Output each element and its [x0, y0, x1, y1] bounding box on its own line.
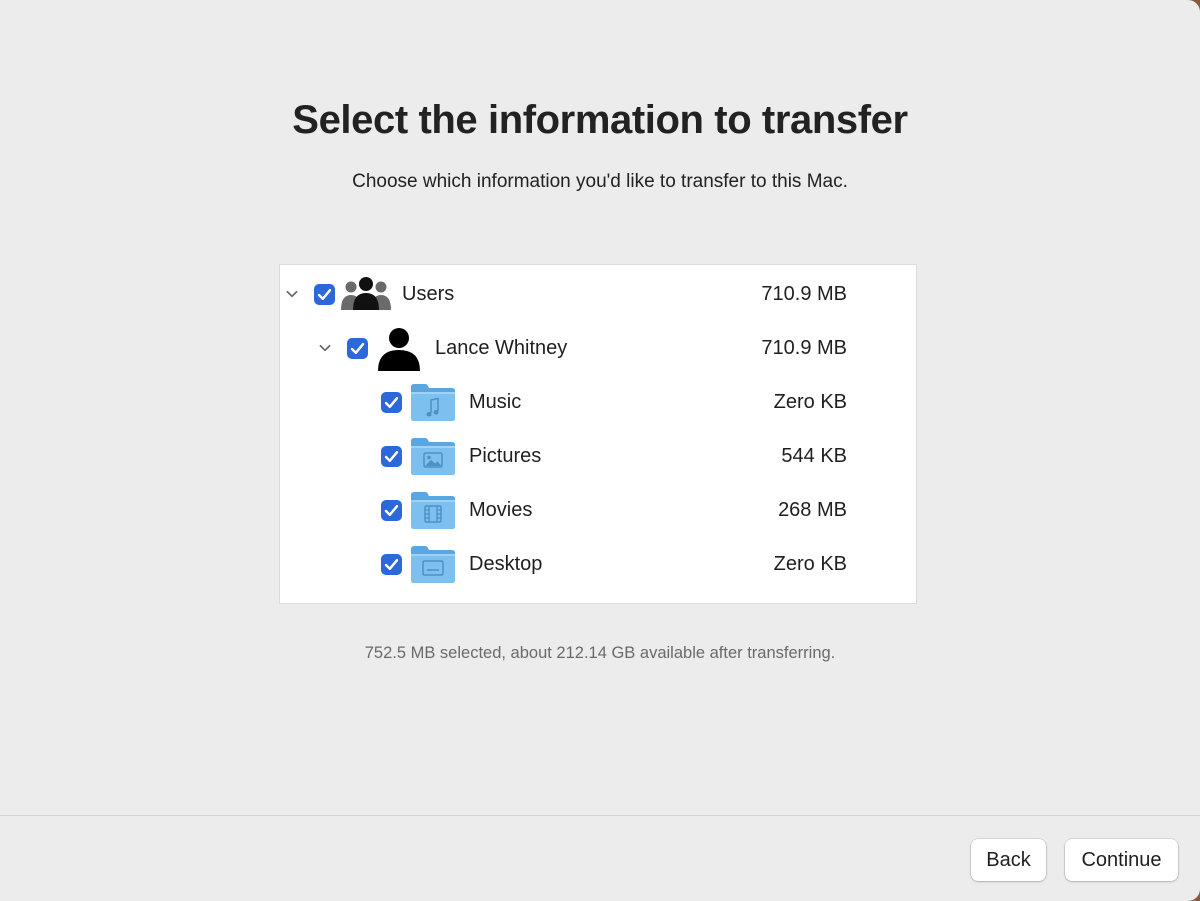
music-size: Zero KB	[773, 390, 847, 413]
page-subtitle: Choose which information you'd like to t…	[352, 171, 848, 192]
selection-status-text: 752.5 MB selected, about 212.14 GB avail…	[364, 644, 836, 662]
movies-folder-icon	[410, 490, 456, 535]
transfer-tree-list[interactable]: Users 710.9 MB Lance Whitney 710.9 MB Mu…	[279, 264, 917, 604]
desktop-checkbox[interactable]	[381, 553, 402, 575]
tree-row-account[interactable]: Lance Whitney 710.9 MB	[280, 321, 916, 375]
users-group-icon	[341, 276, 391, 317]
tree-row-desktop[interactable]: Desktop Zero KB	[280, 537, 916, 591]
users-label: Users	[402, 282, 455, 305]
migration-assistant-window: Select the information to transfer Choos…	[0, 0, 1200, 901]
pictures-folder-icon	[410, 436, 456, 481]
person-icon	[378, 327, 420, 376]
account-checkbox[interactable]	[347, 337, 368, 359]
tree-row-movies[interactable]: Movies 268 MB	[280, 483, 916, 537]
chevron-down-icon[interactable]	[286, 288, 298, 300]
music-checkbox[interactable]	[381, 391, 402, 413]
pictures-size: 544 KB	[781, 444, 847, 467]
desktop-label: Desktop	[469, 552, 543, 575]
music-label: Music	[469, 390, 522, 413]
users-checkbox[interactable]	[314, 283, 335, 305]
pictures-checkbox[interactable]	[381, 445, 402, 467]
tree-row-pictures[interactable]: Pictures 544 KB	[280, 429, 916, 483]
account-size: 710.9 MB	[761, 336, 847, 359]
folder-icon	[410, 600, 456, 603]
desktop-size: Zero KB	[773, 552, 847, 575]
desktop-folder-icon	[410, 544, 456, 589]
page-title: Select the information to transfer	[292, 98, 908, 142]
pictures-label: Pictures	[469, 444, 542, 467]
continue-button[interactable]: Continue	[1065, 839, 1178, 881]
users-size: 710.9 MB	[761, 282, 847, 305]
movies-label: Movies	[469, 498, 533, 521]
footer-divider	[0, 815, 1200, 816]
account-label: Lance Whitney	[435, 336, 568, 359]
music-folder-icon	[410, 382, 456, 427]
tree-row-users[interactable]: Users 710.9 MB	[280, 267, 916, 321]
tree-row-music[interactable]: Music Zero KB	[280, 375, 916, 429]
back-button[interactable]: Back	[971, 839, 1046, 881]
chevron-down-icon[interactable]	[319, 342, 331, 354]
movies-size: 268 MB	[778, 498, 847, 521]
movies-checkbox[interactable]	[381, 499, 402, 521]
